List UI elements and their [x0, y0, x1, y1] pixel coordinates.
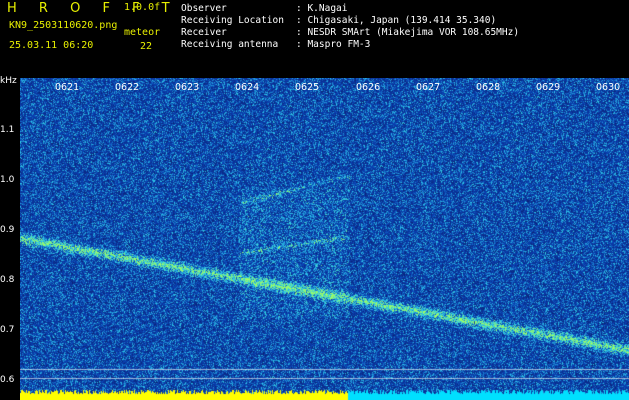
y-axis-unit: kHz: [0, 76, 17, 86]
info-observer: Observer : K.Nagai: [181, 4, 347, 14]
x-tick-label: 0624: [235, 82, 260, 93]
y-tick-label: 0.9: [0, 225, 15, 235]
info-label: Receiving antenna: [181, 39, 279, 50]
y-tick-label: 1.0: [0, 175, 15, 185]
y-tick-label: 0.6: [0, 375, 15, 385]
x-tick-label: 0627: [416, 82, 441, 93]
meteor-label: meteor: [124, 27, 161, 38]
info-value: : NESDR SMArt (Miakejima VOR 108.65MHz): [296, 27, 520, 38]
info-label: Receiver: [181, 27, 227, 38]
x-tick-label: 0630: [596, 82, 621, 93]
x-tick-label: 0629: [536, 82, 561, 93]
x-tick-label: 0628: [476, 82, 501, 93]
info-value: : K.Nagai: [296, 3, 348, 14]
app-version: 1.0.0f: [124, 2, 161, 13]
spectrogram-canvas: [20, 78, 629, 400]
header-panel: H R O F F T 1.0.0f KN9_2503110620.png 25…: [0, 0, 629, 76]
info-label: Receiving Location: [181, 15, 284, 26]
file-name: KN9_2503110620.png: [9, 20, 118, 31]
y-tick-label: 0.7: [0, 325, 15, 335]
info-location: Receiving Location : Chigasaki, Japan (13…: [181, 16, 496, 26]
x-tick-label: 0626: [356, 82, 381, 93]
spectrogram: [20, 78, 629, 400]
info-value: : Chigasaki, Japan (139.414 35.340): [296, 15, 497, 26]
x-tick-label: 0625: [295, 82, 320, 93]
timestamp: 25.03.11 06:20: [9, 40, 94, 51]
info-value: : Maspro FM-3: [296, 39, 371, 50]
info-antenna: Receiving antenna : Maspro FM-3: [181, 40, 370, 50]
x-tick-label: 0622: [115, 82, 140, 93]
x-tick-label: 0621: [55, 82, 80, 93]
info-receiver: Receiver : NESDR SMArt (Miakejima VOR 108…: [181, 28, 519, 38]
y-tick-label: 0.8: [0, 275, 15, 285]
x-tick-label: 0623: [175, 82, 200, 93]
y-tick-label: 1.1: [0, 125, 15, 135]
info-label: Observer: [181, 3, 227, 14]
meteor-count: 22: [140, 41, 153, 52]
